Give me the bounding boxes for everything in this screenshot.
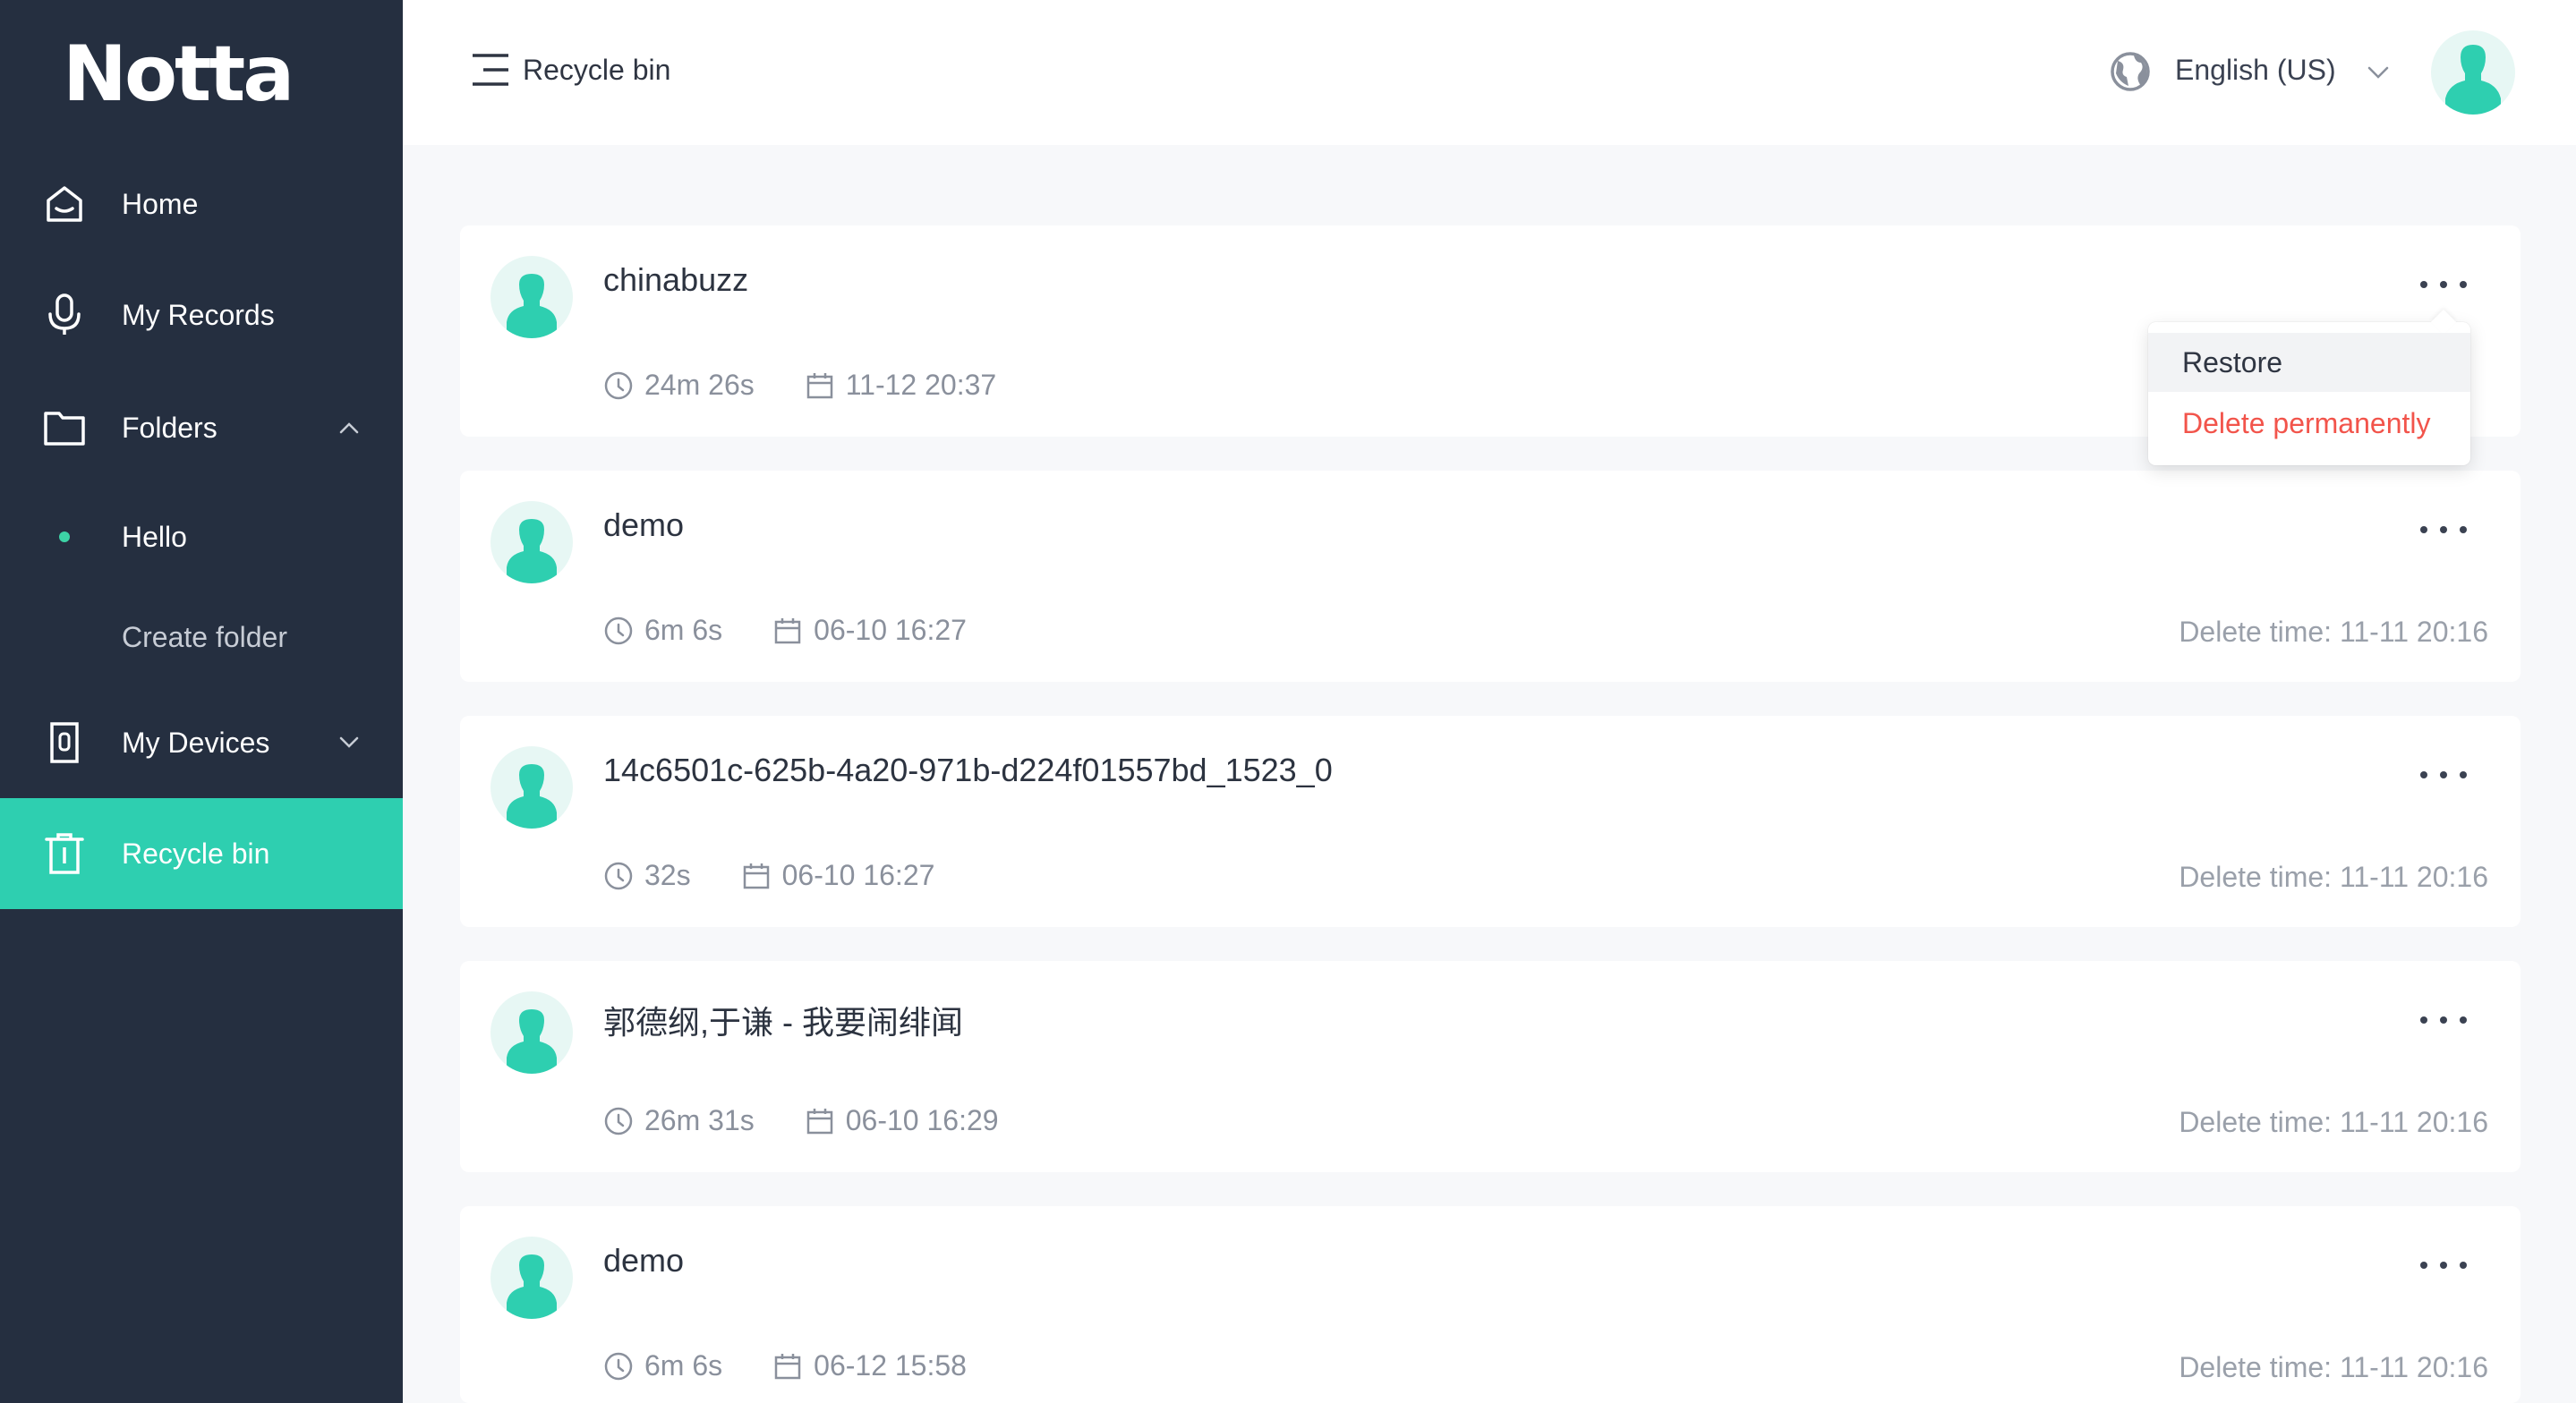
notta-logo[interactable]: Notta xyxy=(63,34,294,115)
more-options-button[interactable] xyxy=(2420,1009,2467,1031)
avatar xyxy=(490,746,573,829)
sidebar-item-my-records[interactable]: My Records xyxy=(0,259,403,370)
language-selector[interactable]: English (US) xyxy=(2175,54,2336,87)
restore-menu-item[interactable]: Restore xyxy=(2148,333,2470,392)
sidebar-item-label: Hello xyxy=(122,520,187,553)
trash-icon xyxy=(41,830,88,877)
sidebar-item-folder-hello[interactable]: Hello xyxy=(0,481,403,592)
folder-icon xyxy=(41,404,88,451)
sidebar-item-home[interactable]: Home xyxy=(0,149,403,259)
record-card[interactable]: demo 6m 6s 06-12 15:58 Delete time: 11-1… xyxy=(460,1206,2521,1403)
chevron-down-icon[interactable] xyxy=(2365,59,2392,86)
record-title[interactable]: chinabuzz xyxy=(603,261,748,299)
record-delete-time: Delete time: 11-11 20:16 xyxy=(2179,616,2488,648)
avatar xyxy=(490,991,573,1074)
record-duration: 26m 31s xyxy=(644,1104,755,1136)
clock-icon xyxy=(603,861,634,891)
record-delete-time: Delete time: 11-11 20:16 xyxy=(2179,1351,2488,1383)
record-date: 06-10 16:27 xyxy=(814,614,967,646)
record-card[interactable]: demo 6m 6s 06-10 16:27 Delete time: 11-1… xyxy=(460,471,2521,682)
clock-icon xyxy=(603,1351,634,1382)
record-title[interactable]: demo xyxy=(603,1242,684,1280)
clock-icon xyxy=(603,1106,634,1136)
chevron-up-icon[interactable] xyxy=(335,413,363,442)
sidebar-item-label: Create folder xyxy=(122,620,287,653)
calendar-icon xyxy=(805,370,835,401)
more-options-button[interactable] xyxy=(2420,1254,2467,1276)
record-meta: 24m 26s 11-12 20:37 xyxy=(603,369,996,402)
sidebar-item-label: Folders xyxy=(122,411,218,444)
record-meta: 6m 6s 06-10 16:27 xyxy=(603,614,967,647)
sidebar: Notta Home My Records Folders Hello Crea… xyxy=(0,0,403,1403)
record-delete-time: Delete time: 11-11 20:16 xyxy=(2179,861,2488,893)
sidebar-item-label: Home xyxy=(122,187,199,220)
record-duration: 6m 6s xyxy=(644,614,723,646)
sidebar-item-label: My Devices xyxy=(122,726,270,759)
page-title: Recycle bin xyxy=(523,54,671,86)
clock-icon xyxy=(603,370,634,401)
sidebar-item-my-devices[interactable]: My Devices xyxy=(0,687,403,798)
menu-toggle-icon[interactable] xyxy=(471,52,510,88)
record-date: 11-12 20:37 xyxy=(845,369,997,401)
record-card[interactable]: 郭德纲,于谦 - 我要闹绯闻 26m 31s 06-10 16:29 Delet… xyxy=(460,961,2521,1172)
record-duration: 6m 6s xyxy=(644,1349,723,1382)
delete-permanently-menu-item[interactable]: Delete permanently xyxy=(2148,394,2470,453)
more-options-button[interactable] xyxy=(2420,274,2467,295)
microphone-icon xyxy=(41,292,88,338)
record-date: 06-10 16:27 xyxy=(781,859,935,891)
more-options-button[interactable] xyxy=(2420,519,2467,540)
sidebar-item-label: My Records xyxy=(122,298,275,331)
clock-icon xyxy=(603,616,634,646)
globe-icon[interactable] xyxy=(2109,50,2152,93)
device-icon xyxy=(41,719,88,766)
record-meta: 26m 31s 06-10 16:29 xyxy=(603,1104,999,1137)
avatar xyxy=(490,1237,573,1319)
sidebar-item-folders[interactable]: Folders xyxy=(0,372,403,483)
record-delete-time: Delete time: 11-11 20:16 xyxy=(2179,1106,2488,1138)
record-meta: 6m 6s 06-12 15:58 xyxy=(603,1349,967,1382)
record-duration: 32s xyxy=(644,859,691,891)
record-options-menu: Restore Delete permanently xyxy=(2148,322,2470,465)
calendar-icon xyxy=(805,1106,835,1136)
top-header: Recycle bin English (US) xyxy=(403,0,2576,145)
record-title[interactable]: 郭德纲,于谦 - 我要闹绯闻 xyxy=(603,997,963,1043)
home-icon xyxy=(41,181,88,227)
record-title[interactable]: 14c6501c-625b-4a20-971b-d224f01557bd_152… xyxy=(603,752,1333,789)
user-avatar[interactable] xyxy=(2431,30,2515,115)
record-meta: 32s 06-10 16:27 xyxy=(603,859,934,892)
sidebar-item-label: Recycle bin xyxy=(122,837,270,870)
calendar-icon xyxy=(741,861,772,891)
record-date: 06-10 16:29 xyxy=(845,1104,999,1136)
record-date: 06-12 15:58 xyxy=(814,1349,967,1382)
record-title[interactable]: demo xyxy=(603,506,684,544)
avatar xyxy=(490,256,573,338)
calendar-icon xyxy=(772,616,803,646)
dot-icon xyxy=(59,531,70,542)
record-card[interactable]: 14c6501c-625b-4a20-971b-d224f01557bd_152… xyxy=(460,716,2521,927)
sidebar-item-create-folder[interactable]: Create folder xyxy=(0,582,403,693)
record-duration: 24m 26s xyxy=(644,369,755,401)
avatar xyxy=(490,501,573,583)
more-options-button[interactable] xyxy=(2420,764,2467,786)
calendar-icon xyxy=(772,1351,803,1382)
sidebar-item-recycle-bin[interactable]: Recycle bin xyxy=(0,798,403,909)
chevron-down-icon[interactable] xyxy=(335,728,363,757)
